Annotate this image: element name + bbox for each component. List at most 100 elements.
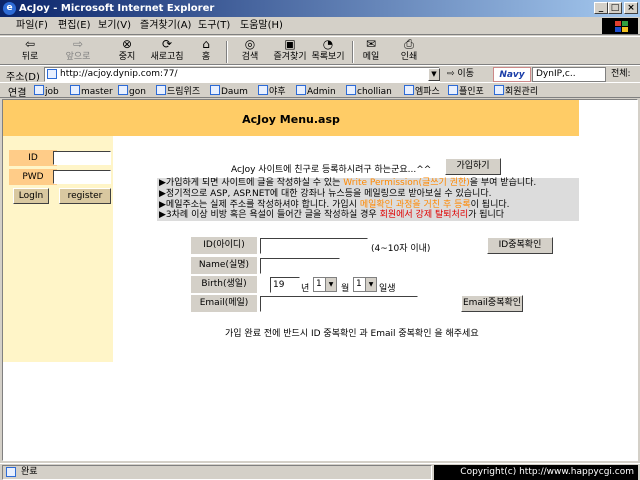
go-button[interactable]: ⇨ 이동 bbox=[447, 67, 490, 82]
page-viewport: AcJoy Menu.asp ID PWD LogIn register AcJ… bbox=[2, 99, 638, 461]
notice-line: ▶3차례 이상 비방 혹은 욕설이 들어간 글을 작성하실 경우 회원에서 강제… bbox=[159, 210, 505, 220]
id-field-label: ID(아이디) bbox=[191, 237, 257, 254]
address-label: 주소(D) bbox=[6, 72, 40, 83]
id-length-hint: (4~10자 이내) bbox=[371, 244, 431, 254]
window-title: AcJoy - Microsoft Internet Explorer bbox=[19, 3, 215, 14]
link-gon[interactable]: gon bbox=[118, 85, 146, 98]
email-field-input[interactable] bbox=[260, 296, 418, 312]
id-field-input[interactable] bbox=[260, 238, 368, 254]
email-field-label: Email(메일) bbox=[191, 295, 257, 312]
history-button[interactable]: ◔ 목록보기 bbox=[310, 38, 346, 65]
intro-text: AcJoy 사이트에 친구로 등록하시려구 하는군요...^^ bbox=[231, 165, 432, 175]
birth-field-label: Birth(생일) bbox=[191, 276, 257, 293]
print-button[interactable]: ⎙ 인쇄 bbox=[396, 38, 422, 65]
link-chollian[interactable]: chollian bbox=[346, 85, 392, 98]
menu-file[interactable]: 파일(F) bbox=[16, 19, 48, 33]
login-password-input[interactable] bbox=[53, 170, 111, 184]
join-button[interactable]: 가입하기 bbox=[445, 158, 501, 175]
login-button[interactable]: LogIn bbox=[13, 188, 49, 204]
link-page-icon bbox=[296, 85, 306, 95]
back-button[interactable]: ⇦ 뒤로 bbox=[14, 38, 46, 65]
login-id-input[interactable] bbox=[53, 151, 111, 165]
refresh-button[interactable]: ⟳ 새로고침 bbox=[146, 38, 188, 65]
chevron-down-icon: ▼ bbox=[325, 278, 336, 291]
pwd-label: PWD bbox=[9, 169, 57, 185]
title-bar: e AcJoy - Microsoft Internet Explorer _ … bbox=[0, 0, 640, 17]
copyright-text: Copyright(c) http://www.happycgi.com bbox=[434, 465, 638, 480]
link-member-admin[interactable]: 회원관리 bbox=[494, 85, 538, 98]
status-panel: 완료 bbox=[2, 465, 432, 480]
go-arrow-icon: ⇨ bbox=[447, 69, 455, 79]
toolbar: ⇦ 뒤로 ⇨ 앞으로 ⊗ 중지 ⟳ 새로고침 ⌂ 홈 ◎ 검색 ▣ 즐겨찾기 ◔… bbox=[0, 36, 640, 65]
maximize-button[interactable]: □ bbox=[608, 2, 622, 14]
stop-icon: ⊗ bbox=[121, 37, 133, 51]
link-pulinfo[interactable]: 플인포 bbox=[448, 85, 484, 98]
link-page-icon bbox=[404, 85, 414, 95]
link-master[interactable]: master bbox=[70, 85, 113, 98]
windows-logo-icon bbox=[602, 18, 638, 34]
address-url: http://acjoy.dynip.com:77/ bbox=[60, 69, 178, 79]
notice-highlight: 회원에서 강제 탈퇴처리 bbox=[379, 210, 469, 220]
form-footer-note: 가입 완료 전에 반드시 ID 중복확인 과 Email 중복확인 을 해주세요 bbox=[225, 329, 479, 339]
notice-line: ▶가입하게 되면 사이트에 글을 작성하실 수 있는 Write Permiss… bbox=[159, 178, 537, 188]
search-scope-label[interactable]: 전체: bbox=[611, 67, 631, 82]
notice-box: ▶가입하게 되면 사이트에 글을 작성하실 수 있는 Write Permiss… bbox=[157, 178, 579, 221]
links-bar: 연결 job master gon 드림위즈 Daum 야후 Admin cho… bbox=[0, 82, 640, 99]
id-check-button[interactable]: ID중복확인 bbox=[487, 237, 553, 254]
ie-logo-icon: e bbox=[3, 2, 16, 15]
link-page-icon bbox=[70, 85, 80, 95]
status-text: 완료 bbox=[21, 467, 38, 477]
notice-highlight: 메일확인 과정을 거친 후 등록 bbox=[359, 200, 471, 210]
status-bar: 완료 Copyright(c) http://www.happycgi.com bbox=[0, 463, 640, 480]
favorites-button[interactable]: ▣ 즐겨찾기 bbox=[270, 38, 310, 65]
menu-help[interactable]: 도움말(H) bbox=[240, 19, 283, 33]
menu-view[interactable]: 보기(V) bbox=[98, 19, 131, 33]
page-icon bbox=[6, 467, 16, 477]
link-job[interactable]: job bbox=[34, 85, 59, 98]
link-page-icon bbox=[258, 85, 268, 95]
birth-year-input[interactable]: 19 bbox=[270, 277, 300, 293]
address-dropdown-icon[interactable]: ▼ bbox=[428, 68, 440, 81]
toolbar-search-input[interactable]: DynIP,c.. bbox=[532, 67, 606, 82]
navy-logo[interactable]: Navy bbox=[493, 67, 531, 82]
link-empas[interactable]: 엠파스 bbox=[404, 85, 440, 98]
back-arrow-icon: ⇦ bbox=[24, 37, 36, 51]
mail-button[interactable]: ✉ 메일 bbox=[358, 38, 384, 65]
search-button[interactable]: ◎ 검색 bbox=[236, 38, 264, 65]
link-yahoo[interactable]: 야후 bbox=[258, 85, 286, 98]
refresh-icon: ⟳ bbox=[161, 37, 173, 51]
month-unit: 월 bbox=[341, 284, 350, 294]
link-page-icon bbox=[118, 85, 128, 95]
menu-edit[interactable]: 편집(E) bbox=[58, 19, 91, 33]
page-title: AcJoy Menu.asp bbox=[242, 113, 340, 126]
menu-favorites[interactable]: 즐겨찾기(A) bbox=[140, 19, 191, 33]
name-field-label: Name(실명) bbox=[191, 257, 257, 274]
toolbar-separator bbox=[226, 41, 228, 63]
links-label: 연결 bbox=[8, 88, 27, 99]
home-button[interactable]: ⌂ 홈 bbox=[194, 38, 218, 65]
name-field-input[interactable] bbox=[260, 258, 340, 274]
link-page-icon bbox=[346, 85, 356, 95]
link-daum[interactable]: Daum bbox=[210, 85, 248, 98]
favorites-folder-icon: ▣ bbox=[284, 37, 296, 51]
chevron-down-icon: ▼ bbox=[365, 278, 376, 291]
menu-tools[interactable]: 도구(T) bbox=[198, 19, 230, 33]
email-check-button[interactable]: Email중복확인 bbox=[461, 295, 523, 312]
search-icon: ◎ bbox=[244, 37, 256, 51]
home-icon: ⌂ bbox=[202, 37, 210, 51]
link-page-icon bbox=[494, 85, 504, 95]
link-admin[interactable]: Admin bbox=[296, 85, 336, 98]
address-input[interactable]: http://acjoy.dynip.com:77/ bbox=[44, 67, 440, 82]
notice-highlight: Write Permission(글쓰기 권한) bbox=[343, 178, 470, 188]
stop-button[interactable]: ⊗ 중지 bbox=[112, 38, 142, 65]
birth-day-select[interactable]: 1 ▼ bbox=[353, 277, 377, 292]
close-button[interactable]: × bbox=[624, 2, 638, 14]
link-dreamwiz[interactable]: 드림위즈 bbox=[156, 85, 200, 98]
minimize-button[interactable]: _ bbox=[594, 2, 608, 14]
year-unit: 년 bbox=[301, 284, 310, 294]
id-label: ID bbox=[9, 150, 57, 166]
toolbar-separator bbox=[352, 41, 354, 63]
forward-button[interactable]: ⇨ 앞으로 bbox=[60, 38, 96, 65]
register-button[interactable]: register bbox=[59, 188, 111, 204]
birth-month-select[interactable]: 1 ▼ bbox=[313, 277, 337, 292]
